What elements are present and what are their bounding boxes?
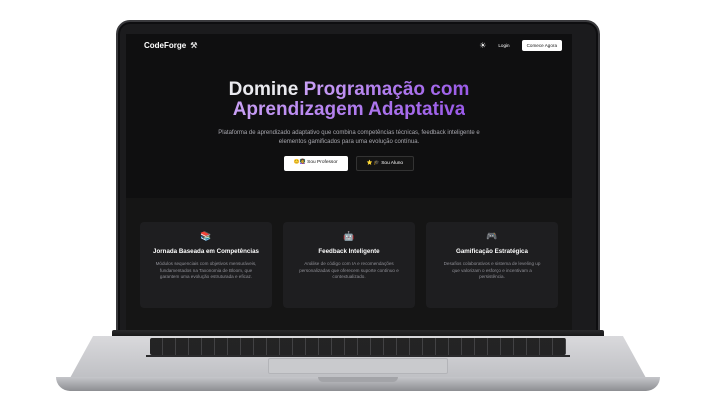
keyboard-edge (146, 355, 570, 357)
trackpad (268, 358, 448, 374)
hero-title-part3: Aprendizagem Adaptativa (232, 99, 466, 120)
hero-title-part2: Programação com (303, 79, 470, 100)
laptop-notch (318, 377, 398, 382)
feature-card: 🎮 Gamificação Estratégica Desafios colab… (426, 222, 558, 308)
hero-title: Domine Programação com Aprendizagem Adap… (126, 80, 572, 120)
anvil-icon: ⚒ (190, 40, 198, 50)
feature-cards: 📚 Jornada Baseada em Competências Módulo… (140, 222, 558, 308)
laptop-mockup: CodeForge ⚒ ☀ Login Comece Agora Domine … (0, 0, 716, 410)
student-button[interactable]: ⭐ 🎓 Sou Aluno (355, 156, 415, 171)
teacher-button[interactable]: 😊👩‍🏫 Sou Professor (283, 156, 348, 171)
hero-subtitle: Plataforma de aprendizado adaptativo que… (218, 130, 480, 145)
nav-actions: ☀ Login Comece Agora (479, 39, 562, 51)
keyboard (150, 338, 566, 355)
sun-icon[interactable]: ☀ (479, 41, 486, 50)
feature-card: 📚 Jornada Baseada em Competências Módulo… (140, 222, 272, 308)
feature-text: Módulos sequenciais com objetivos mensur… (155, 261, 257, 280)
feature-card: 🤖 Feedback Inteligente Análise de código… (283, 222, 415, 308)
gamepad-icon: 🎮 (486, 231, 498, 241)
brand-name: CodeForge (144, 40, 187, 50)
books-icon: 📚 (200, 231, 212, 241)
brand[interactable]: CodeForge ⚒ (144, 41, 197, 50)
hero-buttons: 😊👩‍🏫 Sou Professor ⭐ 🎓 Sou Aluno (126, 156, 572, 171)
feature-text: Desafios colaborativos e sistema de leve… (443, 261, 541, 280)
get-started-button[interactable]: Comece Agora (521, 39, 562, 51)
feature-title: Jornada Baseada em Competências (153, 248, 259, 255)
login-button[interactable]: Login (494, 40, 513, 51)
hero-title-part1: Domine (228, 79, 304, 100)
feature-title: Feedback Inteligente (318, 248, 380, 255)
robot-icon: 🤖 (343, 231, 355, 241)
feature-title: Gamificação Estratégica (456, 248, 528, 255)
screen: CodeForge ⚒ ☀ Login Comece Agora Domine … (126, 34, 572, 330)
hero: Domine Programação com Aprendizagem Adap… (126, 58, 572, 171)
top-nav: CodeForge ⚒ ☀ Login Comece Agora (126, 34, 572, 56)
feature-text: Análise de código com IA e recomendações… (299, 261, 399, 280)
